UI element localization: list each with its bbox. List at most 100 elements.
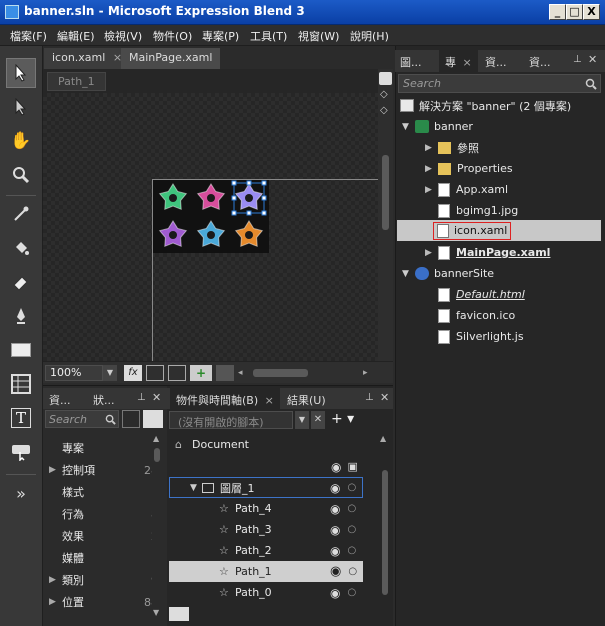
resize-handle[interactable] bbox=[261, 180, 267, 186]
pin-icon[interactable]: ⊥ bbox=[137, 392, 146, 403]
eye-icon[interactable]: ◉ bbox=[330, 544, 340, 558]
menu-project[interactable]: 專案(P) bbox=[202, 28, 239, 44]
direct-selection-tool-icon[interactable] bbox=[6, 92, 36, 122]
tree-item-bgimg[interactable]: bgimg1.jpg bbox=[397, 200, 601, 221]
tab-resources[interactable]: 資... bbox=[485, 54, 507, 70]
lock-toggle-icon[interactable]: ○ bbox=[347, 524, 356, 535]
split-view-icon[interactable]: ◇ bbox=[380, 89, 388, 100]
menu-view[interactable]: 檢視(V) bbox=[104, 28, 142, 44]
timeline-layer[interactable]: ▼ 圖層_1 ◉ ○ bbox=[169, 477, 363, 498]
storyboard-dropdown-icon[interactable]: ▼ bbox=[295, 411, 309, 429]
resize-handle[interactable] bbox=[231, 210, 237, 216]
eyedropper-tool-icon[interactable] bbox=[6, 199, 36, 229]
resize-handle[interactable] bbox=[246, 210, 252, 216]
tree-item-silverlight-js[interactable]: Silverlight.js bbox=[397, 326, 601, 347]
resize-handle[interactable] bbox=[246, 180, 252, 186]
pin-icon[interactable]: ⊥ bbox=[573, 54, 582, 65]
canvas-vertical-scrollbar[interactable] bbox=[382, 155, 389, 230]
eye-icon[interactable]: ◉ bbox=[331, 460, 341, 474]
expand-arrow-icon[interactable]: ▶ bbox=[425, 248, 435, 258]
tab-assets[interactable]: 資... bbox=[49, 392, 71, 408]
zoom-field[interactable]: 100% bbox=[45, 365, 103, 381]
text-tool-icon[interactable]: T bbox=[6, 403, 36, 433]
menu-window[interactable]: 視窗(W) bbox=[298, 28, 339, 44]
tree-item-default-html[interactable]: Default.html bbox=[397, 284, 601, 305]
resize-handle[interactable] bbox=[231, 180, 237, 186]
lock-toggle-icon[interactable]: ○ bbox=[347, 503, 356, 514]
eye-icon[interactable]: ◉ bbox=[330, 586, 340, 600]
project-search-field[interactable]: Search bbox=[398, 74, 601, 93]
timeline-scrollbar[interactable]: ▲ bbox=[379, 434, 391, 610]
tree-solution[interactable]: 解決方案 "banner" (2 個專案) bbox=[397, 95, 601, 116]
tab-project[interactable]: 專 × bbox=[439, 50, 478, 72]
category-controls[interactable]: ▶ 控制項 28 bbox=[43, 459, 164, 481]
category-media[interactable]: 媒體 1 bbox=[43, 547, 164, 569]
scroll-left-icon[interactable]: ◂ bbox=[238, 365, 248, 381]
timeline-path-1[interactable]: ☆ Path_1 ◉ ○ bbox=[169, 561, 363, 582]
menu-file[interactable]: 檔案(F) bbox=[10, 28, 47, 44]
tree-item-favicon[interactable]: favicon.ico bbox=[397, 305, 601, 326]
eraser-tool-icon[interactable] bbox=[6, 267, 36, 297]
collapse-arrow-icon[interactable]: ▼ bbox=[190, 483, 202, 493]
scroll-down-icon[interactable]: ▼ bbox=[153, 608, 159, 617]
scroll-thumb[interactable] bbox=[154, 448, 160, 462]
control-tool-icon[interactable] bbox=[6, 437, 36, 467]
collapse-arrow-icon[interactable]: ▼ bbox=[402, 122, 412, 132]
eye-icon[interactable]: ◉ bbox=[330, 502, 340, 516]
eye-icon[interactable]: ◉ bbox=[330, 523, 340, 537]
lock-toggle-icon[interactable]: ○ bbox=[348, 566, 357, 577]
tree-item-properties[interactable]: ▶ Properties bbox=[397, 158, 601, 179]
category-project[interactable]: 專案 1 bbox=[43, 437, 164, 459]
scroll-up-icon[interactable]: ▲ bbox=[153, 434, 159, 443]
expand-arrow-icon[interactable]: ▶ bbox=[49, 575, 62, 585]
lock-icon[interactable]: ▣ bbox=[347, 460, 357, 473]
expand-arrow-icon[interactable]: ▶ bbox=[425, 143, 435, 153]
star-icons[interactable] bbox=[153, 180, 269, 253]
artboard-canvas[interactable] bbox=[43, 93, 378, 361]
scroll-up-icon[interactable]: ▲ bbox=[380, 434, 386, 443]
selection-tool-icon[interactable] bbox=[6, 58, 36, 88]
annotations-icon[interactable] bbox=[216, 365, 234, 381]
tab-results[interactable]: 結果(U) bbox=[287, 392, 326, 408]
resize-handle[interactable] bbox=[261, 210, 267, 216]
canvas-horizontal-scrollbar[interactable] bbox=[253, 369, 308, 377]
lock-toggle-icon[interactable]: ○ bbox=[347, 482, 356, 493]
breadcrumb[interactable]: Path_1 bbox=[47, 72, 106, 91]
menu-tools[interactable]: 工具(T) bbox=[250, 28, 287, 44]
menu-help[interactable]: 說明(H) bbox=[350, 28, 389, 44]
category-locations[interactable]: ▶ 位置 88 bbox=[43, 591, 164, 613]
effects-toggle-icon[interactable]: fx bbox=[124, 365, 142, 381]
scroll-thumb[interactable] bbox=[382, 470, 388, 595]
timeline-path-0[interactable]: ☆ Path_0 ◉ ○ bbox=[169, 582, 363, 603]
pen-tool-icon[interactable] bbox=[6, 301, 36, 331]
tree-item-references[interactable]: ▶ 參照 bbox=[397, 137, 601, 158]
grid-toggle-icon[interactable] bbox=[146, 365, 164, 381]
assets-search-field[interactable]: Search bbox=[45, 410, 119, 428]
close-button[interactable]: X bbox=[583, 4, 600, 20]
expand-arrow-icon[interactable]: ▶ bbox=[425, 185, 435, 195]
search-icon[interactable] bbox=[105, 414, 116, 425]
asset-library-icon[interactable]: » bbox=[6, 478, 36, 508]
tree-project-bannersite[interactable]: ▼ bannerSite bbox=[397, 263, 601, 284]
category-effects[interactable]: 效果 2 bbox=[43, 525, 164, 547]
eye-icon[interactable]: ◉ bbox=[330, 481, 340, 495]
search-icon[interactable] bbox=[585, 78, 597, 90]
resize-handle[interactable] bbox=[231, 195, 237, 201]
xaml-view-icon[interactable]: ◇ bbox=[380, 105, 388, 116]
maximize-button[interactable]: □ bbox=[566, 4, 583, 20]
rectangle-tool-icon[interactable] bbox=[6, 335, 36, 365]
panel-close-icon[interactable]: ✕ bbox=[152, 391, 161, 404]
resize-handle[interactable] bbox=[261, 195, 267, 201]
tab-close-icon[interactable]: × bbox=[463, 56, 472, 69]
grid-view-icon[interactable] bbox=[122, 410, 140, 428]
panel-close-icon[interactable]: ✕ bbox=[380, 391, 389, 404]
menu-object[interactable]: 物件(O) bbox=[153, 28, 192, 44]
list-view-icon[interactable] bbox=[143, 410, 163, 428]
zoom-dropdown-icon[interactable]: ▼ bbox=[103, 365, 117, 381]
tree-item-app-xaml[interactable]: ▶ App.xaml bbox=[397, 179, 601, 200]
storyboard-picker[interactable]: (沒有開啟的腳本) bbox=[169, 411, 293, 429]
scope-up-icon[interactable]: ⌂ bbox=[175, 438, 191, 451]
category-styles[interactable]: 樣式 bbox=[43, 481, 164, 503]
collapse-arrow-icon[interactable]: ▼ bbox=[402, 269, 412, 279]
view-mode-icon[interactable] bbox=[379, 72, 392, 85]
